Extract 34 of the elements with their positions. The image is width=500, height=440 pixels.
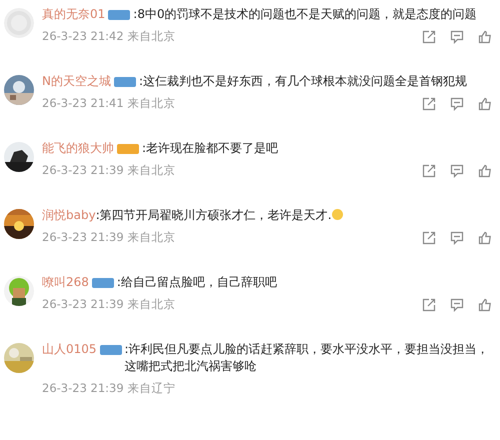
- comment-icon[interactable]: [450, 30, 464, 44]
- comment-icon[interactable]: [450, 96, 464, 110]
- comment-text: :给自己留点脸吧，自己辞职吧: [116, 275, 277, 289]
- share-icon[interactable]: [422, 298, 436, 312]
- like-icon[interactable]: [478, 230, 492, 244]
- comment-text: :许利民但凡要点儿脸的话赶紧辞职，要水平没水平，要担当没担当，这嘴把式把北汽祸害够呛: [124, 342, 489, 373]
- username[interactable]: N的天空之城: [42, 73, 111, 90]
- timestamp: 26-3-23 21:39 来自北京: [42, 163, 176, 178]
- username[interactable]: 山人0105: [42, 341, 97, 358]
- timestamp: 26-3-23 21:42 来自北京: [42, 29, 176, 44]
- timestamp: 26-3-23 21:39 来自北京: [42, 297, 176, 312]
- username[interactable]: 能飞的狼大帅: [42, 140, 114, 157]
- timestamp: 26-3-23 21:39 来自辽宁: [42, 381, 176, 396]
- username[interactable]: 润悦baby: [42, 207, 96, 224]
- comment-icon[interactable]: [450, 230, 464, 244]
- share-icon[interactable]: [422, 30, 436, 44]
- like-icon[interactable]: [478, 30, 492, 44]
- comment-text: :第四节开局翟晓川方硕张才仁，老许是天才.: [96, 208, 332, 222]
- comment-text: :8中0的罚球不是技术的问题也不是天赋的问题，就是态度的问题: [133, 7, 477, 21]
- timestamp: 26-3-23 21:39 来自北京: [42, 230, 176, 245]
- timestamp: 26-3-23 21:41 来自北京: [42, 96, 176, 111]
- share-icon[interactable]: [422, 96, 436, 110]
- like-icon[interactable]: [478, 96, 492, 110]
- comment-icon[interactable]: [450, 298, 464, 312]
- emoji-icon: [332, 209, 343, 220]
- like-icon[interactable]: [478, 164, 492, 178]
- username[interactable]: 嘹叫268: [42, 274, 89, 291]
- comment-text: :老许现在脸都不要了是吧: [142, 141, 278, 155]
- username[interactable]: 真的无奈01: [42, 6, 106, 23]
- share-icon[interactable]: [422, 164, 436, 178]
- comment-icon[interactable]: [450, 164, 464, 178]
- share-icon[interactable]: [422, 230, 436, 244]
- like-icon[interactable]: [478, 298, 492, 312]
- comment-text: :这仨裁判也不是好东西，有几个球根本就没问题全是首钢犯规: [138, 74, 468, 88]
